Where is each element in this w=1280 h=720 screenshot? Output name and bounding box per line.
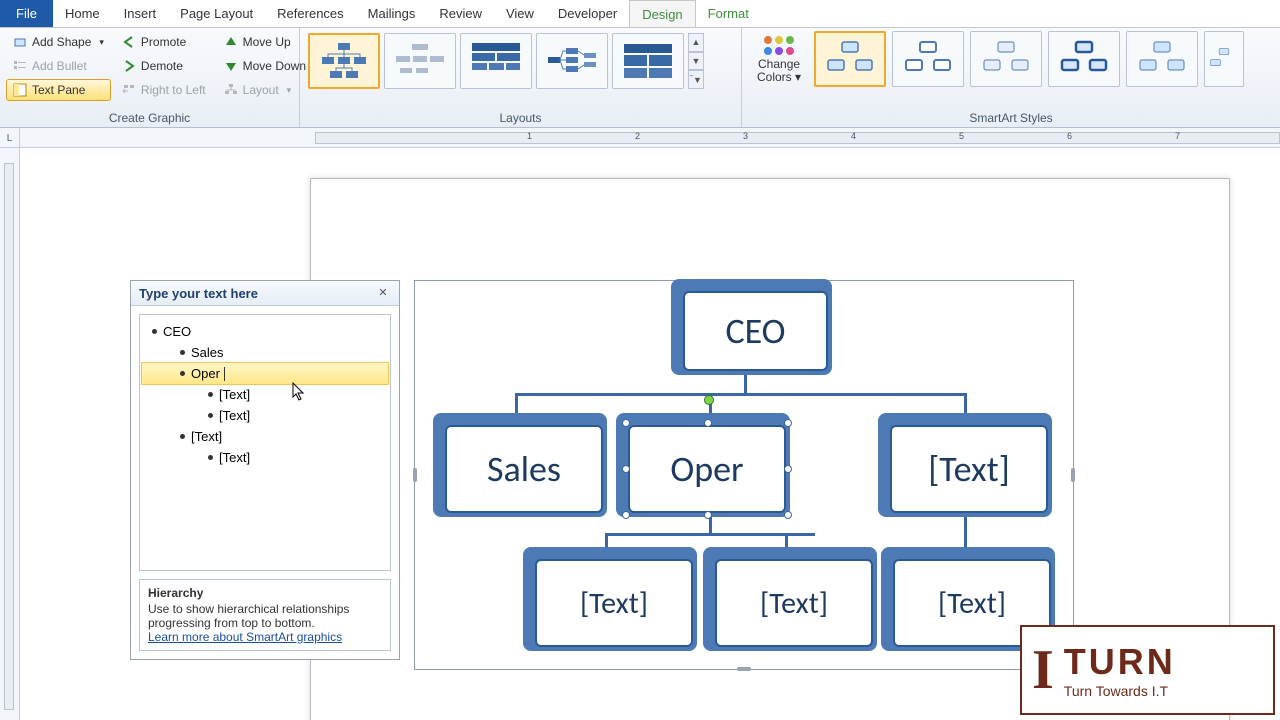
watermark-subtitle: Turn Towards I.T: [1064, 683, 1176, 699]
watermark-icon: I: [1032, 638, 1054, 702]
layout-thumb-4[interactable]: [536, 33, 608, 89]
text-pane-footer: Hierarchy Use to show hierarchical relat…: [139, 579, 391, 651]
tab-review[interactable]: Review: [427, 0, 494, 27]
ribbon: Add Shape▾ Add Bullet Text Pane Promote …: [0, 28, 1280, 128]
text-pane-close-button[interactable]: ✕: [375, 285, 391, 301]
tab-developer[interactable]: Developer: [546, 0, 629, 27]
style-thumb-6[interactable]: [1204, 31, 1244, 87]
promote-button[interactable]: Promote: [115, 31, 213, 53]
style-thumb-5[interactable]: [1126, 31, 1198, 87]
text-pane-item[interactable]: [Text]: [142, 405, 388, 426]
tab-home[interactable]: Home: [53, 0, 112, 27]
text-pane-item[interactable]: CEO: [142, 321, 388, 342]
watermark-title: TURN: [1064, 641, 1176, 683]
ruler-corner: L: [0, 128, 20, 148]
tab-strip: File Home Insert Page Layout References …: [0, 0, 1280, 28]
layout-thumb-2[interactable]: [384, 33, 456, 89]
move-up-button[interactable]: Move Up: [217, 31, 313, 53]
layout-icon: [224, 83, 238, 97]
ruler-row: L 1 2 3 4 5 6 7: [0, 128, 1280, 148]
layout-button[interactable]: Layout▾: [217, 79, 313, 101]
tab-design[interactable]: Design: [629, 0, 695, 27]
tab-references[interactable]: References: [265, 0, 355, 27]
ruler-vertical[interactable]: [0, 148, 20, 720]
style-thumb-4[interactable]: [1048, 31, 1120, 87]
change-colors-icon: [764, 36, 794, 55]
node-ceo[interactable]: CEO: [683, 291, 828, 371]
add-bullet-button[interactable]: Add Bullet: [6, 55, 111, 77]
change-colors-button[interactable]: Change Colors ▾: [748, 31, 810, 89]
add-bullet-icon: [13, 59, 27, 73]
group-label: SmartArt Styles: [748, 109, 1274, 125]
tab-mailings[interactable]: Mailings: [356, 0, 428, 27]
add-shape-button[interactable]: Add Shape▾: [6, 31, 111, 53]
text-pane-body[interactable]: CEO Sales Oper [Text] [Text] [Text] [Tex…: [139, 314, 391, 571]
node-oper[interactable]: Oper: [628, 425, 786, 513]
tab-file[interactable]: File: [0, 0, 53, 27]
cursor-icon: [292, 382, 306, 402]
demote-icon: [122, 59, 136, 73]
move-up-icon: [224, 35, 238, 49]
text-pane-item[interactable]: [Text]: [142, 447, 388, 468]
learn-more-link[interactable]: Learn more about SmartArt graphics: [148, 630, 342, 644]
layout-thumb-1[interactable]: [308, 33, 380, 89]
text-pane-icon: [13, 83, 27, 97]
promote-icon: [122, 35, 136, 49]
layout-thumb-3[interactable]: [460, 33, 532, 89]
group-create-graphic: Add Shape▾ Add Bullet Text Pane Promote …: [0, 28, 300, 127]
text-pane-item-selected[interactable]: Oper: [141, 362, 389, 385]
add-shape-icon: [13, 35, 27, 49]
text-pane-item[interactable]: [Text]: [142, 384, 388, 405]
layouts-scroll-up[interactable]: ▲: [688, 33, 704, 52]
group-smartart-styles: Change Colors ▾ SmartArt Styles: [742, 28, 1280, 127]
group-layouts: ▲ ▼ ‾▼ Layouts: [300, 28, 742, 127]
layouts-more[interactable]: ‾▼: [688, 70, 704, 89]
tab-page-layout[interactable]: Page Layout: [168, 0, 265, 27]
tab-format[interactable]: Format: [696, 0, 761, 27]
group-label: Layouts: [306, 109, 735, 125]
layout-thumb-5[interactable]: [612, 33, 684, 89]
group-label: Create Graphic: [6, 109, 293, 125]
right-to-left-button[interactable]: Right to Left: [115, 79, 213, 101]
node-text-1[interactable]: [Text]: [890, 425, 1048, 513]
tab-view[interactable]: View: [494, 0, 546, 27]
smartart-text-pane: Type your text here ✕ CEO Sales Oper [Te…: [130, 280, 400, 660]
workspace: Type your text here ✕ CEO Sales Oper [Te…: [0, 148, 1280, 720]
watermark: I TURN Turn Towards I.T: [1020, 625, 1275, 715]
layouts-gallery-spinner: ▲ ▼ ‾▼: [688, 33, 704, 89]
layouts-scroll-down[interactable]: ▼: [688, 52, 704, 71]
move-down-icon: [224, 59, 238, 73]
demote-button[interactable]: Demote: [115, 55, 213, 77]
node-text-3[interactable]: [Text]: [715, 559, 873, 647]
style-thumb-1[interactable]: [814, 31, 886, 87]
text-pane-item[interactable]: Sales: [142, 342, 388, 363]
smartart-canvas[interactable]: CEO Sales Oper [Text] [Te: [414, 280, 1074, 670]
node-text-2[interactable]: [Text]: [535, 559, 693, 647]
rtl-icon: [122, 83, 136, 97]
text-pane-title: Type your text here: [139, 286, 258, 301]
node-sales[interactable]: Sales: [445, 425, 603, 513]
ruler-horizontal[interactable]: 1 2 3 4 5 6 7: [315, 128, 1280, 147]
style-thumb-2[interactable]: [892, 31, 964, 87]
text-pane-button[interactable]: Text Pane: [6, 79, 111, 101]
move-down-button[interactable]: Move Down: [217, 55, 313, 77]
style-thumb-3[interactable]: [970, 31, 1042, 87]
tab-insert[interactable]: Insert: [112, 0, 169, 27]
text-pane-item[interactable]: [Text]: [142, 426, 388, 447]
